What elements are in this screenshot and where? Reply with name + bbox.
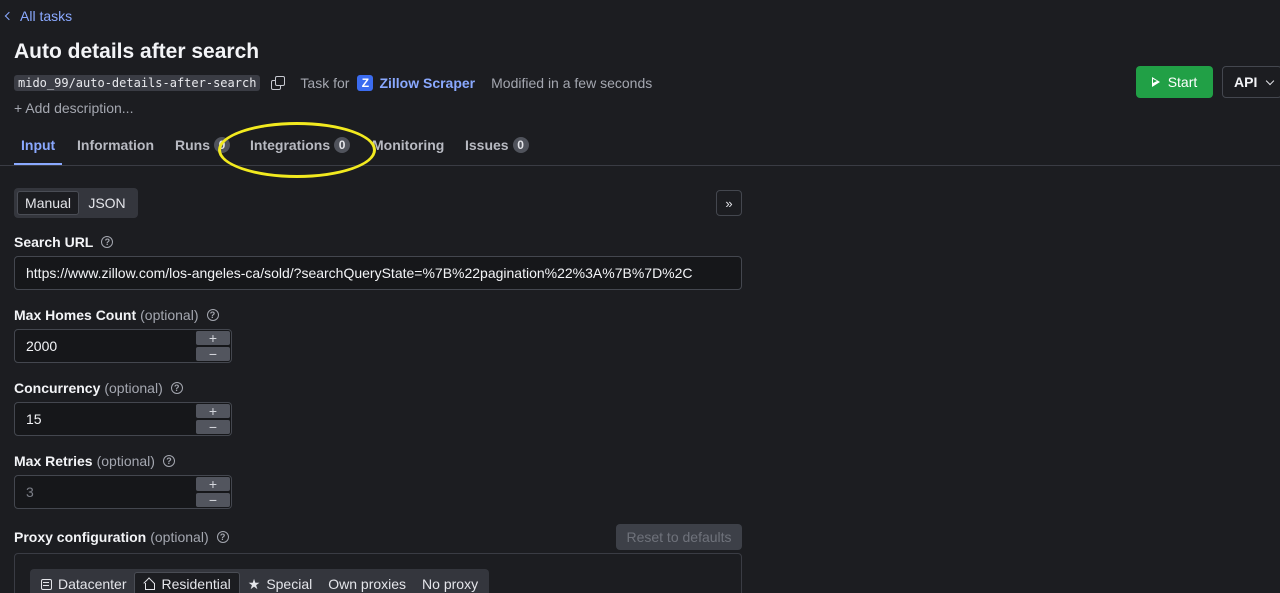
proxy-option-label: Special (266, 576, 313, 592)
optional-tag: (optional) (150, 529, 209, 545)
increment-button[interactable]: + (196, 404, 230, 418)
decrement-button[interactable]: − (196, 420, 230, 434)
add-description-link[interactable]: + Add description... (14, 100, 133, 116)
proxy-option-label: Own proxies (328, 576, 407, 592)
concurrency-input[interactable]: 15 + − (14, 402, 232, 436)
tab-input[interactable]: Input (21, 137, 55, 153)
task-meta-row: mido_99/auto-details-after-search Task f… (14, 73, 652, 93)
tab-information[interactable]: Information (77, 137, 154, 153)
tab-issues[interactable]: Issues 0 (465, 137, 529, 153)
increment-button[interactable]: + (196, 331, 230, 345)
manual-mode-button[interactable]: Manual (17, 191, 79, 215)
quantity-stepper: + − (196, 331, 230, 361)
chevron-left-icon (4, 11, 14, 21)
quantity-stepper: + − (196, 404, 230, 434)
task-slug: mido_99/auto-details-after-search (14, 75, 261, 91)
optional-tag: (optional) (140, 307, 199, 323)
api-button-label: API (1234, 74, 1258, 90)
tab-bar: Input Information Runs 0 Integrations 0 … (0, 130, 1280, 166)
tab-runs[interactable]: Runs 0 (175, 137, 230, 153)
max-homes-input[interactable]: 2000 + − (14, 329, 232, 363)
max-homes-label: Max Homes Count (optional) ? (14, 307, 219, 323)
play-icon (1151, 77, 1160, 87)
decrement-button[interactable]: − (196, 493, 230, 507)
help-icon[interactable]: ? (206, 309, 219, 321)
tab-count-badge: 0 (214, 137, 230, 153)
max-retries-label: Max Retries (optional) ? (14, 453, 175, 469)
tab-label: Monitoring (372, 137, 445, 153)
help-icon[interactable]: ? (170, 382, 183, 394)
back-link-label: All tasks (20, 8, 73, 24)
modified-status: Modified in a few seconds (491, 75, 653, 91)
star-icon: ★ (247, 576, 261, 592)
reset-to-defaults-button[interactable]: Reset to defaults (616, 524, 742, 550)
max-retries-input[interactable]: 3 + − (14, 475, 232, 509)
copy-icon[interactable] (270, 76, 286, 90)
tab-count-badge: 0 (512, 137, 529, 153)
optional-tag: (optional) (96, 453, 155, 469)
tab-label: Input (21, 137, 56, 153)
field-label-text: Concurrency (14, 380, 101, 396)
proxy-option-no-proxy[interactable]: No proxy (414, 572, 486, 593)
concurrency-value[interactable]: 15 (15, 411, 196, 427)
tab-label: Issues (465, 137, 509, 153)
proxy-option-datacenter[interactable]: Datacenter (33, 572, 134, 593)
decrement-button[interactable]: − (196, 347, 230, 361)
search-url-label: Search URL ? (14, 234, 114, 250)
tab-label: Runs (175, 137, 210, 153)
expand-panel-button[interactable]: » (716, 190, 742, 216)
help-icon[interactable]: ? (162, 455, 175, 467)
proxy-option-special[interactable]: ★ Special (240, 572, 320, 593)
tab-label: Information (77, 137, 154, 153)
field-label-text: Search URL (14, 234, 94, 250)
start-button-label: Start (1167, 74, 1198, 90)
proxy-type-selector: Datacenter Residential ★ Special Own pro… (30, 569, 490, 593)
proxy-option-label: Residential (161, 576, 231, 592)
back-to-all-tasks-link[interactable]: All tasks (4, 8, 72, 24)
active-tab-indicator (14, 163, 62, 165)
tab-label: Integrations (250, 137, 331, 153)
concurrency-label: Concurrency (optional) ? (14, 380, 183, 396)
proxy-option-own-proxies[interactable]: Own proxies (320, 572, 414, 593)
task-for-label: Task for (300, 75, 350, 91)
max-retries-placeholder[interactable]: 3 (15, 484, 196, 500)
server-icon (41, 578, 52, 590)
proxy-option-label: Datacenter (58, 576, 127, 592)
start-button[interactable]: Start (1136, 66, 1213, 98)
optional-tag: (optional) (104, 380, 163, 396)
api-dropdown-button[interactable]: API (1222, 66, 1280, 98)
tab-monitoring[interactable]: Monitoring (372, 137, 444, 153)
quantity-stepper: + − (196, 477, 230, 507)
json-mode-button[interactable]: JSON (79, 191, 135, 215)
tab-count-badge: 0 (334, 137, 351, 153)
home-icon (143, 578, 156, 590)
input-mode-toggle: Manual JSON (14, 188, 138, 218)
field-label-text: Max Retries (14, 453, 93, 469)
help-icon[interactable]: ? (101, 236, 114, 248)
increment-button[interactable]: + (196, 477, 230, 491)
help-icon[interactable]: ? (216, 531, 229, 543)
proxy-option-residential[interactable]: Residential (134, 572, 240, 593)
chevron-down-icon (1266, 76, 1275, 85)
zillow-logo-icon: Z (357, 75, 374, 91)
field-label-text: Proxy configuration (14, 529, 147, 545)
search-url-input[interactable]: https://www.zillow.com/los-angeles-ca/so… (14, 256, 742, 290)
tab-integrations[interactable]: Integrations 0 (250, 137, 351, 153)
actor-link[interactable]: Zillow Scraper (379, 75, 475, 91)
max-homes-value[interactable]: 2000 (15, 338, 196, 354)
proxy-configuration-label: Proxy configuration (optional) ? (14, 529, 229, 545)
proxy-option-label: No proxy (422, 576, 479, 592)
page-title: Auto details after search (14, 40, 260, 63)
field-label-text: Max Homes Count (14, 307, 137, 323)
